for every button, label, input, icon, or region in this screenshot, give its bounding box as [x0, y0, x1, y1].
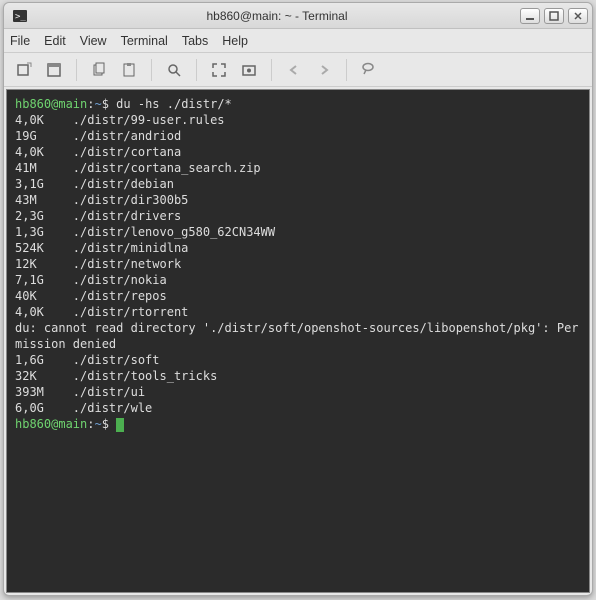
command-text: du -hs ./distr/*: [116, 97, 232, 111]
output-line: 4,0K ./distr/rtorrent: [15, 304, 581, 320]
toolbar-separator: [346, 59, 347, 81]
terminal-app-icon: >_: [12, 8, 28, 24]
paste-button[interactable]: [115, 57, 143, 83]
output-line: 7,1G ./distr/nokia: [15, 272, 581, 288]
output-line: 40K ./distr/repos: [15, 288, 581, 304]
menu-tabs[interactable]: Tabs: [182, 34, 208, 48]
menu-edit[interactable]: Edit: [44, 34, 66, 48]
prompt-line: hb860@main:~$: [15, 416, 581, 432]
fullscreen-button[interactable]: [205, 57, 233, 83]
output-line: 43M ./distr/dir300b5: [15, 192, 581, 208]
toolbar-separator: [151, 59, 152, 81]
next-tab-button[interactable]: [310, 57, 338, 83]
new-window-button[interactable]: [40, 57, 68, 83]
prompt-line: hb860@main:~$ du -hs ./distr/*: [15, 96, 581, 112]
output-line: 12K ./distr/network: [15, 256, 581, 272]
output-line: 32K ./distr/tools_tricks: [15, 368, 581, 384]
output-line: 524K ./distr/minidlna: [15, 240, 581, 256]
output-line: 6,0G ./distr/wle: [15, 400, 581, 416]
error-line: du: cannot read directory './distr/soft/…: [15, 320, 581, 352]
new-tab-button[interactable]: [10, 57, 38, 83]
output-line: 2,3G ./distr/drivers: [15, 208, 581, 224]
set-title-button[interactable]: [355, 57, 383, 83]
output-line: 4,0K ./distr/cortana: [15, 144, 581, 160]
output-line: 41M ./distr/cortana_search.zip: [15, 160, 581, 176]
window-title: hb860@main: ~ - Terminal: [34, 9, 520, 23]
output-line: 1,6G ./distr/soft: [15, 352, 581, 368]
cursor: [116, 418, 124, 432]
output-line: 393M ./distr/ui: [15, 384, 581, 400]
titlebar: >_ hb860@main: ~ - Terminal: [4, 3, 592, 29]
toolbar-separator: [271, 59, 272, 81]
preferences-button[interactable]: [235, 57, 263, 83]
maximize-button[interactable]: [544, 8, 564, 24]
menu-terminal[interactable]: Terminal: [121, 34, 168, 48]
copy-button[interactable]: [85, 57, 113, 83]
menu-help[interactable]: Help: [222, 34, 248, 48]
toolbar-separator: [76, 59, 77, 81]
svg-text:>_: >_: [15, 12, 26, 22]
window-controls: [520, 8, 588, 24]
terminal-window: >_ hb860@main: ~ - Terminal File Edit Vi…: [3, 2, 593, 596]
menu-view[interactable]: View: [80, 34, 107, 48]
output-line: 1,3G ./distr/lenovo_g580_62CN34WW: [15, 224, 581, 240]
output-line: 4,0K ./distr/99-user.rules: [15, 112, 581, 128]
toolbar-separator: [196, 59, 197, 81]
menu-file[interactable]: File: [10, 34, 30, 48]
output-line: 19G ./distr/andriod: [15, 128, 581, 144]
prev-tab-button[interactable]: [280, 57, 308, 83]
toolbar: [4, 53, 592, 87]
close-button[interactable]: [568, 8, 588, 24]
search-button[interactable]: [160, 57, 188, 83]
output-line: 3,1G ./distr/debian: [15, 176, 581, 192]
menubar: File Edit View Terminal Tabs Help: [4, 29, 592, 53]
terminal-viewport[interactable]: hb860@main:~$ du -hs ./distr/*4,0K ./dis…: [6, 89, 590, 593]
minimize-button[interactable]: [520, 8, 540, 24]
